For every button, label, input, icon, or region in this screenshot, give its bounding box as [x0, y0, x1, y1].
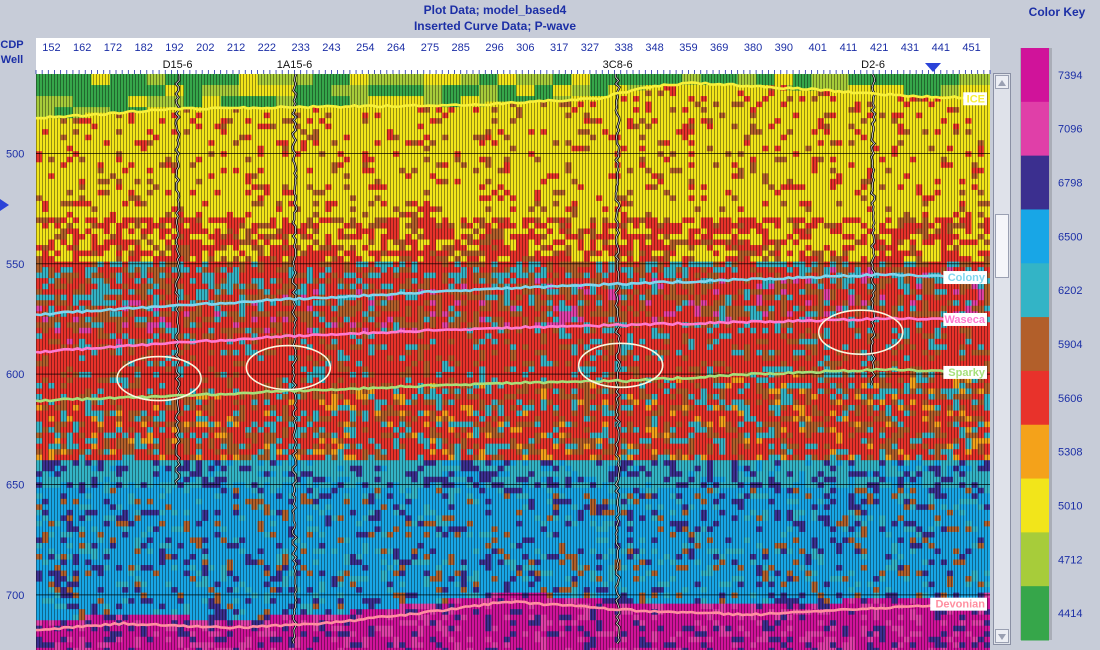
- x-tick-label: 421: [870, 42, 888, 54]
- seismic-plot-window: Plot Data; model_based4 Inserted Curve D…: [0, 0, 1100, 650]
- x-tick-label: 264: [387, 42, 405, 54]
- x-tick-label: 254: [356, 42, 374, 54]
- x-tick-label: 327: [581, 42, 599, 54]
- x-tick-label: 431: [901, 42, 919, 54]
- x-tick-label: 380: [744, 42, 762, 54]
- x-tick-label: 202: [196, 42, 214, 54]
- x-tick-label: 338: [615, 42, 633, 54]
- x-tick-label: 192: [165, 42, 183, 54]
- x-tick-label: 222: [258, 42, 276, 54]
- x-tick-label: 296: [485, 42, 503, 54]
- seismic-chart[interactable]: CDP Well 152 162 172 182 192 202 212 222 233 243 2…: [0, 0, 1100, 650]
- x-tick-label: 359: [679, 42, 697, 54]
- x-tick-label: 390: [775, 42, 793, 54]
- well-axis-label: Well: [1, 54, 23, 66]
- x-tick-label: 243: [322, 42, 340, 54]
- x-tick-label: 317: [550, 42, 568, 54]
- x-tick-label: 212: [227, 42, 245, 54]
- x-tick-label: 401: [808, 42, 826, 54]
- x-tick-label: 306: [516, 42, 534, 54]
- x-tick-label: 369: [710, 42, 728, 54]
- x-tick-label: 348: [645, 42, 663, 54]
- x-tick-label: 233: [291, 42, 309, 54]
- cdp-axis-label: CDP: [0, 39, 23, 51]
- x-tick-label: 451: [962, 42, 980, 54]
- x-tick-label: 152: [42, 42, 60, 54]
- x-tick-label: 162: [73, 42, 91, 54]
- x-tick-label: 172: [104, 42, 122, 54]
- x-tick-label: 411: [840, 42, 858, 54]
- x-tick-label: 275: [421, 42, 439, 54]
- x-tick-label: 285: [452, 42, 470, 54]
- x-tick-label: 182: [135, 42, 153, 54]
- x-tick-label: 441: [932, 42, 950, 54]
